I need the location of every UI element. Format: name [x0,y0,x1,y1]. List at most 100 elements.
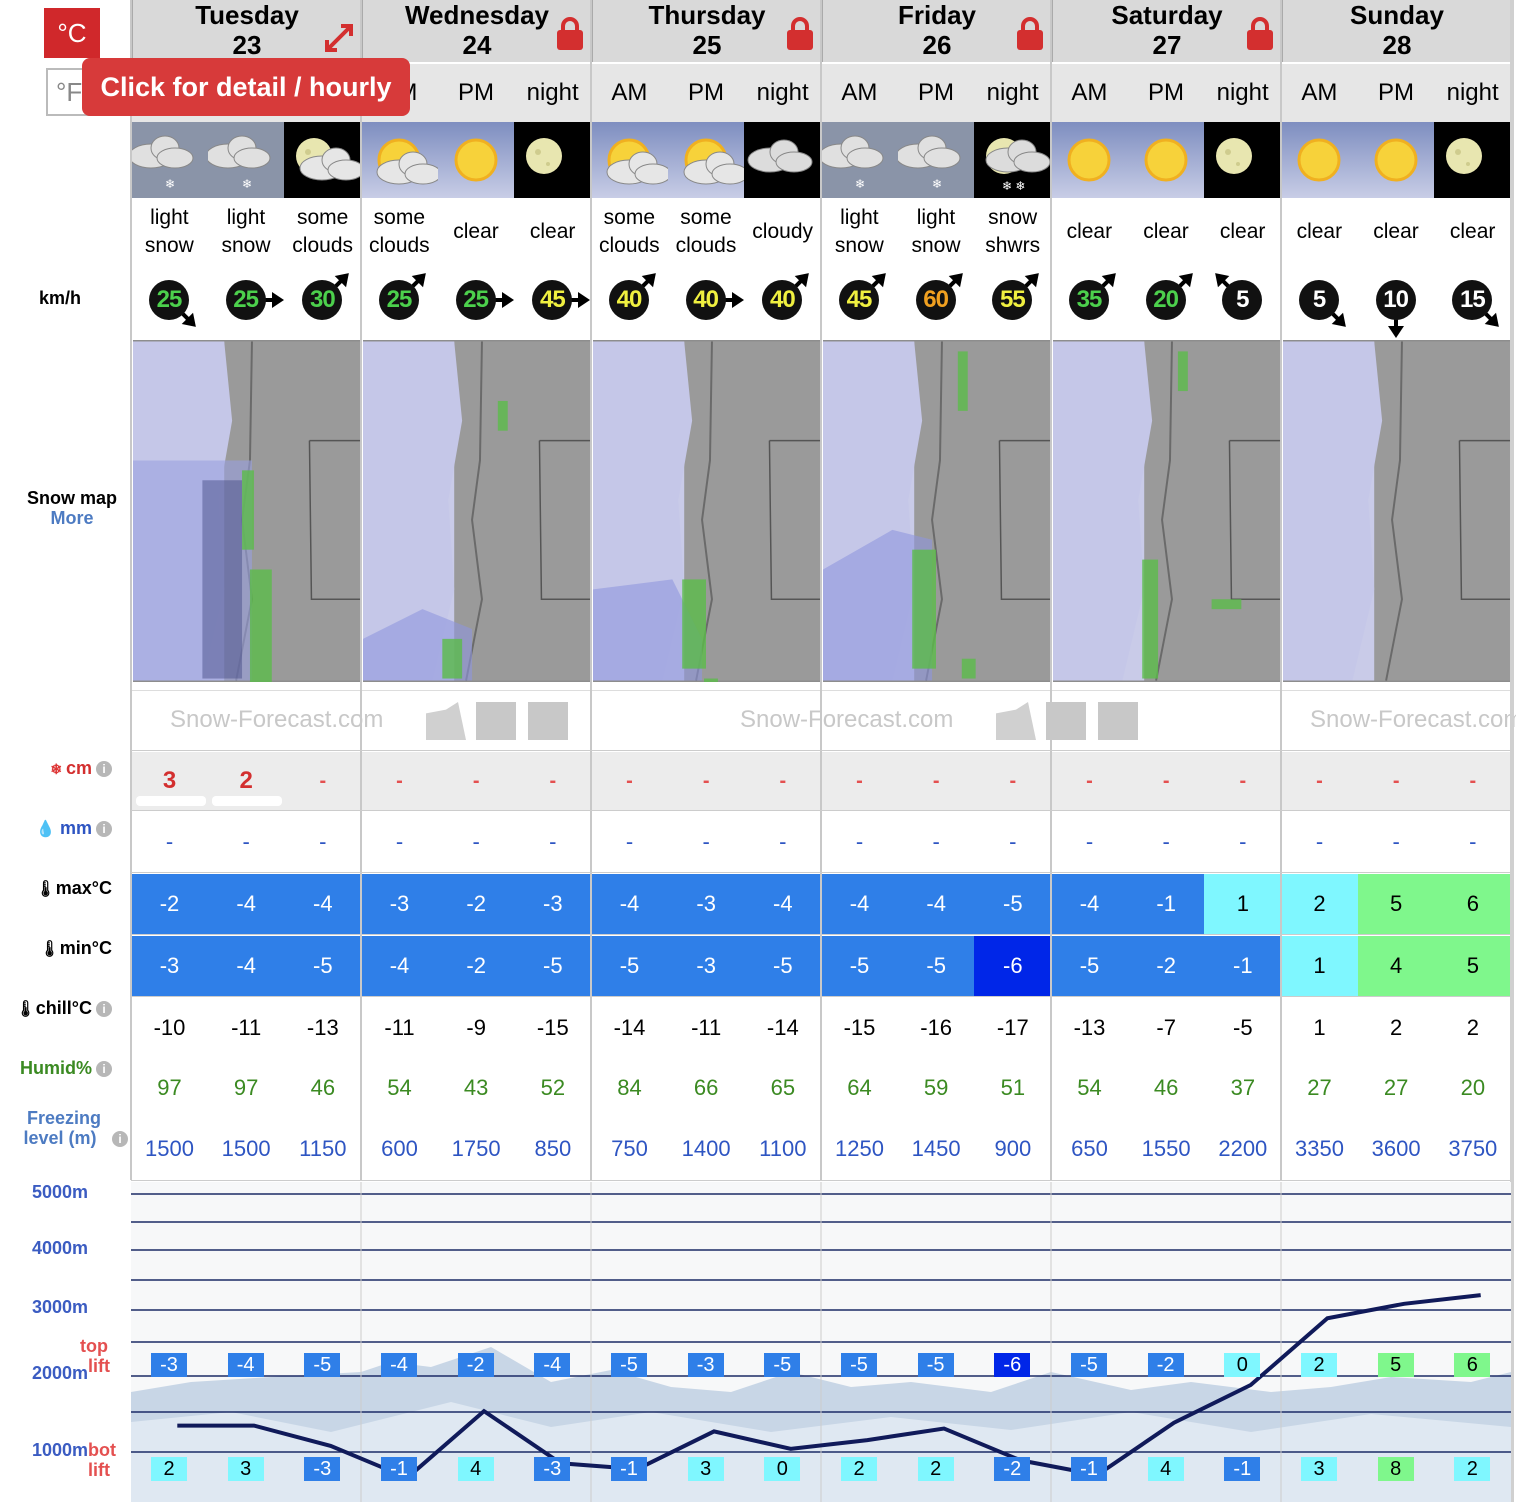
celsius-button[interactable]: °C [44,8,100,58]
day-header[interactable]: Friday 26 [821,0,1051,62]
day-header[interactable]: Saturday 27 [1051,0,1281,62]
day-divider [820,0,822,1180]
svg-text:❄: ❄ [855,177,865,191]
snow-label-info-icon[interactable]: i [96,761,112,778]
humid-value: 52 [540,1075,566,1100]
row-divider [131,810,1511,811]
day-header[interactable]: Thursday 25 [591,0,821,62]
min-value: -3 [131,936,208,996]
snow-value: - [549,770,557,792]
period-label: night [744,64,821,122]
snow-map-image[interactable] [133,340,361,682]
wind-cell: 15 [1434,266,1511,338]
weather-text-line1: clear [1449,220,1496,243]
freezing-info-icon[interactable]: i [112,1131,128,1147]
lock-icon[interactable] [785,16,815,50]
humid-value: 66 [693,1075,719,1100]
humid-value: 65 [770,1075,796,1100]
day-header[interactable]: Sunday 28 [1281,0,1511,62]
weather-text-line1: clear [453,220,499,243]
humid-value: 43 [463,1075,489,1100]
min-value: -1 [1204,936,1282,996]
rain-label-info-icon[interactable]: i [96,821,112,838]
freezing-value: 850 [534,1136,572,1161]
weather-text: clear [514,200,591,264]
moon-icon [1434,122,1511,198]
max-value: -3 [361,874,438,934]
max-value: 1 [1204,874,1282,934]
snow-map-label: Snow map [26,488,117,508]
humid-label-info-icon[interactable]: i [96,1061,112,1078]
chill-value: 2 [1466,1015,1479,1040]
max-value: -2 [437,874,515,934]
altitude-label: 4000m [32,1238,89,1258]
snow-label-text: cm [65,758,92,778]
freezing-value: 2200 [1218,1136,1268,1161]
snow-map-image[interactable] [363,340,591,682]
top-lift-temp: -5 [611,1353,647,1377]
weather-text-line1: clear [529,220,576,243]
bottom-lift-temp: 8 [1377,1457,1414,1481]
top-lift-temp: -4 [381,1353,417,1377]
bottom-lift-temp: 2 [1454,1457,1491,1481]
min-icon: 🌡 [39,941,60,958]
rain-value: - [395,829,404,854]
altitude-label: 3000m [32,1297,89,1317]
day-header[interactable]: Wednesday 24 [361,0,591,62]
snow-value: - [1469,770,1477,792]
freezing-value: 1500 [221,1136,271,1161]
chill-value: -15 [536,1015,569,1040]
snow-map-image[interactable] [1283,340,1511,682]
download-icon[interactable] [1046,702,1086,740]
period-label: night [974,64,1051,122]
rain-value: - [165,829,174,854]
period-label: PM [1127,64,1205,122]
period-label: AM [591,64,668,122]
bottom-lift-temp: 0 [764,1457,801,1481]
wind-speed: 10 [1375,280,1416,320]
detail-tooltip[interactable]: Click for detail / hourly [82,58,410,116]
snow-cloud-icon: ❄ [821,122,898,198]
download-icon[interactable] [476,702,516,740]
snowflake-icon[interactable] [1098,702,1138,740]
rain-label: 💧 mm i [0,818,112,839]
snow-map-image[interactable] [823,340,1051,682]
lock-icon[interactable] [1015,16,1045,50]
top-lift-temp: -5 [304,1353,341,1377]
snow-map-image[interactable] [1053,340,1281,682]
snow-map-image[interactable] [593,340,821,682]
expand-icon[interactable] [321,20,357,56]
max-value: 6 [1434,874,1512,934]
wind-speed: 60 [915,280,956,320]
humid-value: 59 [923,1075,949,1100]
wind-cell: 35 [1051,266,1128,338]
rain-value: - [779,829,787,854]
day-header[interactable]: Tuesday 23 [131,0,361,62]
humid-value: 46 [310,1075,336,1100]
weather-text-line1: some [373,206,425,229]
weather-text-line2: snow [221,234,271,257]
bottom-lift-temp: -1 [611,1457,647,1481]
bot-lift-label: bot [88,1440,116,1460]
snowflake-icon[interactable] [528,702,568,740]
chill-label-info-icon[interactable]: i [96,1001,112,1018]
weather-text-line2: clouds [292,234,353,257]
period-label: PM [897,64,975,122]
top-lift-temp: 0 [1224,1353,1261,1377]
min-value: -5 [284,936,362,996]
snow-map-more-link[interactable]: More [10,508,134,529]
altitude-label: 2000m [32,1363,89,1383]
weather-text-line2: shwrs [985,234,1041,257]
bottom-lift-temp: 4 [1147,1457,1184,1481]
lock-icon[interactable] [1245,16,1275,50]
rain-value: - [855,829,864,854]
max-label-text: max°C [55,878,112,898]
freezing-label-2: level (m) [23,1128,97,1148]
day-divider [1050,0,1052,1180]
chill-value: -11 [231,1015,262,1040]
min-value: 4 [1357,936,1435,996]
max-label: 🌡max°C [0,878,112,899]
lock-icon[interactable] [555,16,585,50]
snow-cloud-icon: ❄ [207,122,285,198]
snow-forecast-watermark: Snow-Forecast.com [170,706,384,733]
